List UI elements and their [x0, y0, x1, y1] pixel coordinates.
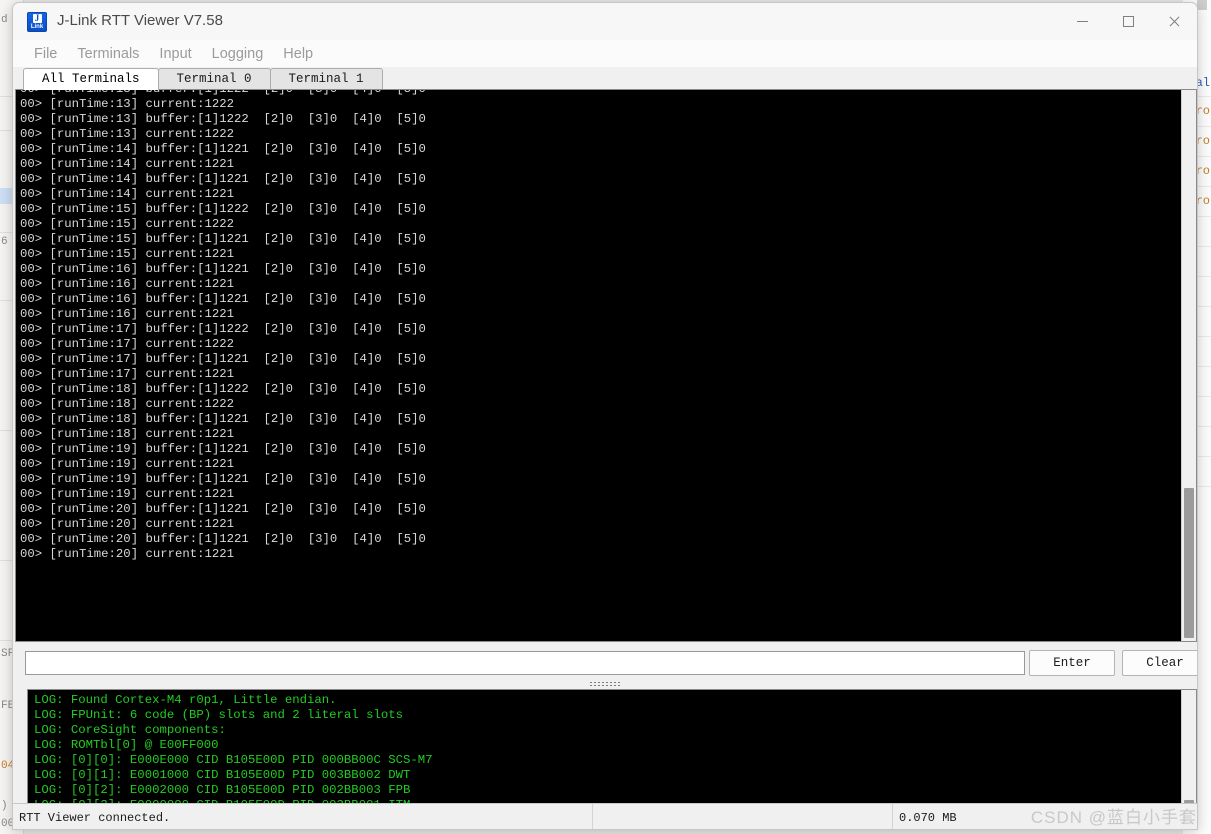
terminal-line: 00> [runTime:19] buffer:[1]1221 [2]0 [3]…: [20, 442, 1181, 457]
clear-button[interactable]: Clear: [1122, 650, 1198, 676]
status-data-size: 0.070 MB: [893, 804, 1013, 830]
terminal-line: 00> [runTime:13] buffer:[1]1222 [2]0 [3]…: [20, 112, 1181, 127]
window-body: All Terminals Terminal 0 Terminal 1 00> …: [13, 67, 1197, 830]
menu-item-help[interactable]: Help: [274, 43, 322, 65]
terminal-line: 00> [runTime:16] current:1221: [20, 307, 1181, 322]
minimize-icon: [1077, 21, 1088, 22]
terminal-line: 00> [runTime:20] current:1221: [20, 517, 1181, 532]
jlink-app-icon: JLink: [27, 12, 47, 32]
background-left-fragment: ): [1, 800, 8, 812]
terminal-line: 00> [runTime:14] buffer:[1]1221 [2]0 [3]…: [20, 172, 1181, 187]
terminal-line: 00> [runTime:17] buffer:[1]1222 [2]0 [3]…: [20, 322, 1181, 337]
window-controls: [1059, 3, 1197, 40]
menu-item-input[interactable]: Input: [150, 43, 200, 65]
terminal-line: 00> [runTime:18] buffer:[1]1222 [2]0 [3]…: [20, 382, 1181, 397]
terminal-line: 00> [runTime:20] current:1221: [20, 547, 1181, 562]
log-line: LOG: CoreSight components:: [34, 723, 1181, 738]
terminal-line: 00> [runTime:15] buffer:[1]1222 [2]0 [3]…: [20, 202, 1181, 217]
terminal-line: 00> [runTime:14] current:1221: [20, 157, 1181, 172]
status-message: RTT Viewer connected.: [13, 804, 593, 830]
splitter-grip-icon: [590, 682, 620, 688]
tab-terminal-1[interactable]: Terminal 1: [270, 68, 383, 90]
terminal-line: 00> [runTime:15] current:1222: [20, 217, 1181, 232]
statusbar: RTT Viewer connected. 0.070 MB: [13, 803, 1197, 830]
terminal-line: 00> [runTime:19] current:1221: [20, 457, 1181, 472]
window-title: J-Link RTT Viewer V7.58: [57, 12, 223, 29]
tab-all-terminals[interactable]: All Terminals: [23, 68, 159, 90]
terminal-line: 00> [runTime:13] current:1222: [20, 97, 1181, 112]
terminal-line: 00> [runTime:13] buffer:[1]1222 [2]0 [3]…: [20, 89, 1181, 97]
log-line: LOG: ROMTbl[0] @ E00FF000: [34, 738, 1181, 753]
terminal-scrollbar[interactable]: [1181, 90, 1196, 641]
background-scrollbar[interactable]: [1197, 0, 1207, 10]
tab-terminal-0[interactable]: Terminal 0: [158, 68, 271, 90]
command-input[interactable]: [25, 651, 1025, 675]
terminal-line: 00> [runTime:19] buffer:[1]1221 [2]0 [3]…: [20, 472, 1181, 487]
terminal-output-text: 00> [runTime:13] buffer:[1]1222 [2]0 [3]…: [16, 89, 1181, 633]
terminal-line: 00> [runTime:19] current:1221: [20, 487, 1181, 502]
terminal-line: 00> [runTime:14] buffer:[1]1221 [2]0 [3]…: [20, 142, 1181, 157]
enter-button[interactable]: Enter: [1029, 650, 1115, 676]
terminal-scrollbar-thumb[interactable]: [1184, 488, 1194, 638]
command-input-row: Enter Clear: [13, 647, 1197, 681]
terminal-line: 00> [runTime:20] buffer:[1]1221 [2]0 [3]…: [20, 532, 1181, 547]
terminal-line: 00> [runTime:16] current:1221: [20, 277, 1181, 292]
background-left-fragment: d: [1, 14, 8, 26]
terminal-line: 00> [runTime:17] buffer:[1]1221 [2]0 [3]…: [20, 352, 1181, 367]
terminal-line: 00> [runTime:16] buffer:[1]1221 [2]0 [3]…: [20, 292, 1181, 307]
terminal-line: 00> [runTime:18] current:1222: [20, 397, 1181, 412]
log-line: LOG: [0][1]: E0001000 CID B105E00D PID 0…: [34, 768, 1181, 783]
terminal-line: 00> [runTime:18] current:1221: [20, 427, 1181, 442]
background-left-fragment: 6: [1, 236, 8, 248]
close-button[interactable]: [1151, 3, 1197, 40]
menu-item-logging[interactable]: Logging: [203, 43, 273, 65]
minimize-button[interactable]: [1059, 3, 1105, 40]
terminal-line: 00> [runTime:17] current:1222: [20, 337, 1181, 352]
terminal-line: 00> [runTime:20] buffer:[1]1221 [2]0 [3]…: [20, 502, 1181, 517]
menubar: File Terminals Input Logging Help: [13, 40, 1197, 67]
terminal-line: 00> [runTime:18] buffer:[1]1221 [2]0 [3]…: [20, 412, 1181, 427]
log-line: LOG: Found Cortex-M4 r0p1, Little endian…: [34, 693, 1181, 708]
menu-item-terminals[interactable]: Terminals: [68, 43, 148, 65]
jlink-rtt-viewer-window: JLink J-Link RTT Viewer V7.58 File Termi…: [12, 2, 1198, 830]
terminal-line: 00> [runTime:13] current:1222: [20, 127, 1181, 142]
close-icon: [1168, 16, 1180, 28]
terminal-line: 00> [runTime:15] current:1221: [20, 247, 1181, 262]
terminal-line: 00> [runTime:15] buffer:[1]1221 [2]0 [3]…: [20, 232, 1181, 247]
menu-item-file[interactable]: File: [25, 43, 66, 65]
terminal-line: 00> [runTime:14] current:1221: [20, 187, 1181, 202]
terminal-line: 00> [runTime:16] buffer:[1]1221 [2]0 [3]…: [20, 262, 1181, 277]
terminal-output-panel[interactable]: 00> [runTime:13] buffer:[1]1222 [2]0 [3]…: [15, 89, 1197, 642]
status-middle: [593, 804, 893, 830]
screen: d 6 SF FE 04 ) 0000) al ro ro: [0, 0, 1211, 834]
terminal-line: 00> [runTime:17] current:1221: [20, 367, 1181, 382]
window-titlebar[interactable]: JLink J-Link RTT Viewer V7.58: [13, 3, 1197, 40]
log-line: LOG: [0][0]: E000E000 CID B105E00D PID 0…: [34, 753, 1181, 768]
maximize-button[interactable]: [1105, 3, 1151, 40]
maximize-icon: [1123, 16, 1134, 27]
terminal-tabbar: All Terminals Terminal 0 Terminal 1: [23, 67, 382, 89]
log-line: LOG: [0][2]: E0002000 CID B105E00D PID 0…: [34, 783, 1181, 798]
log-line: LOG: FPUnit: 6 code (BP) slots and 2 lit…: [34, 708, 1181, 723]
